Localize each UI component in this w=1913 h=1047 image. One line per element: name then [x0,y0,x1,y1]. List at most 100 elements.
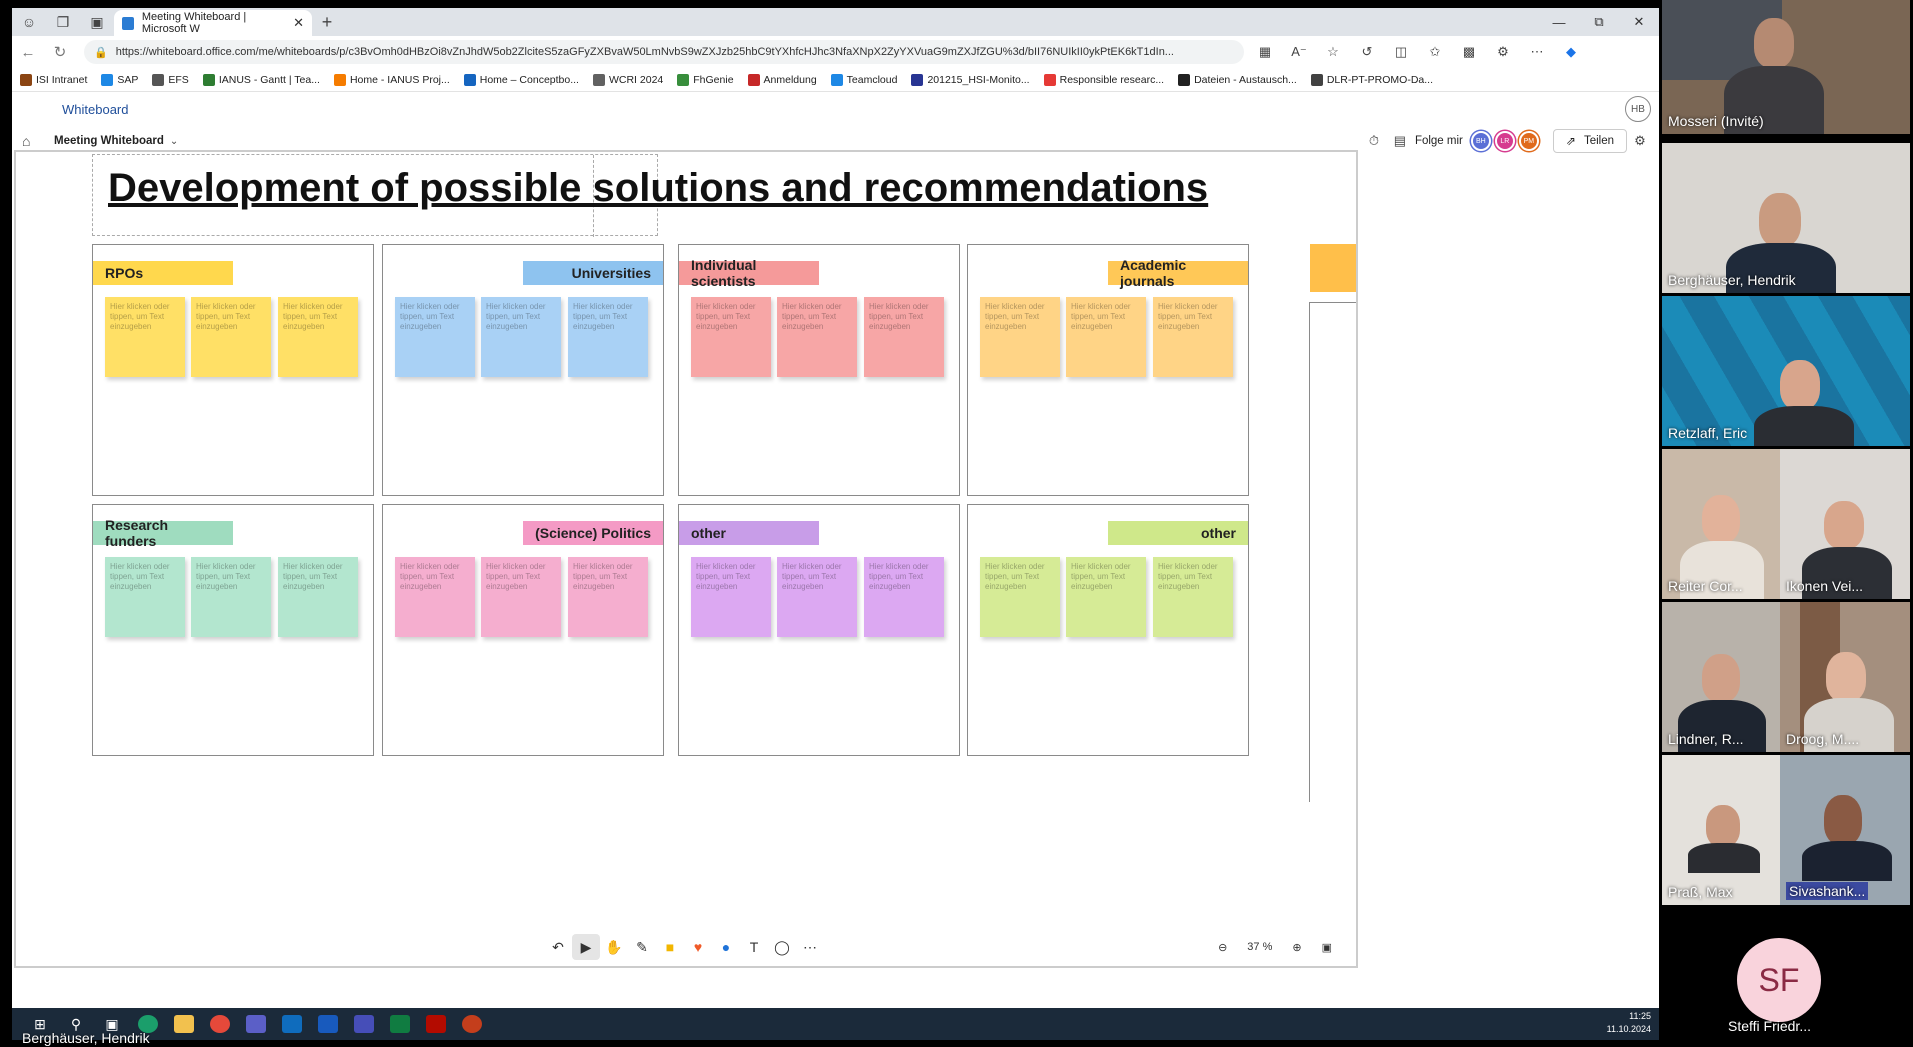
back-icon[interactable]: ← [12,44,44,61]
extensions-icon[interactable]: ⚙ [1486,44,1520,60]
sticky-note[interactable]: Hier klicken oder tippen, um Text einzug… [481,557,561,637]
favorite-link[interactable]: DLR-PT-PROMO-Da... [1310,73,1433,86]
settings-icon[interactable]: ⚙ [1627,133,1653,149]
sticky-note[interactable]: Hier klicken oder tippen, um Text einzug… [777,297,857,377]
panel-label[interactable]: RPOs [93,261,233,285]
panel-label[interactable]: Universities [523,261,663,285]
offscreen-label[interactable] [1310,244,1356,292]
board-panel[interactable]: Individual scientists Hier klicken oder t… [678,244,960,496]
new-tab-icon[interactable]: + [312,12,342,33]
zoom-in-icon[interactable]: ⊕ [1292,941,1301,954]
sticky-note[interactable]: Hier klicken oder tippen, um Text einzug… [864,297,944,377]
close-window-icon[interactable]: ✕ [1619,8,1659,36]
board-panel[interactable]: other Hier klicken oder tippen, um Text e… [678,504,960,756]
sticky-note[interactable]: Hier klicken oder tippen, um Text einzug… [191,557,271,637]
participant-tile[interactable]: Lindner, R... [1662,602,1780,752]
copilot-icon[interactable]: ◆ [1554,44,1588,60]
panel-label[interactable]: (Science) Politics [523,521,663,545]
sticky-note[interactable]: Hier klicken oder tippen, um Text einzug… [278,557,358,637]
shapes-icon[interactable]: ◯ [768,939,796,956]
sticky-note[interactable]: Hier klicken oder tippen, um Text einzug… [278,297,358,377]
board-panel[interactable]: Academic journals Hier klicken oder tippe… [967,244,1249,496]
meeting-name[interactable]: Meeting Whiteboard [54,135,164,147]
sticky-note[interactable]: Hier klicken oder tippen, um Text einzug… [568,297,648,377]
participant-tile[interactable]: Praß, Max [1662,755,1780,905]
sticky-note[interactable]: Hier klicken oder tippen, um Text einzug… [777,557,857,637]
board-panel[interactable]: RPOs Hier klicken oder tippen, um Text ei… [92,244,374,496]
acrobat-taskbar-icon[interactable] [418,1010,454,1038]
favorite-link[interactable]: WCRI 2024 [592,73,663,86]
teams-taskbar-icon[interactable] [238,1010,274,1038]
whiteboard-canvas[interactable]: Development of possible solutions and re… [14,150,1358,968]
sticky-note[interactable]: Hier klicken oder tippen, um Text einzug… [395,557,475,637]
sticky-note[interactable]: Hier klicken oder tippen, um Text einzug… [191,297,271,377]
restore-icon[interactable]: ⧉ [1579,8,1619,36]
favorite-link[interactable]: Anmeldung [747,73,817,86]
favorites-icon[interactable]: ✩ [1418,44,1452,60]
board-panel[interactable]: (Science) Politics Hier klicken oder tipp… [382,504,664,756]
app-name[interactable]: Whiteboard [62,102,128,117]
board-panel[interactable]: Universities Hier klicken oder tippen, um… [382,244,664,496]
select-pointer-icon[interactable]: ▶ [572,934,600,960]
favorite-link[interactable]: 201215_HSI-Monito... [911,73,1030,86]
sticky-note[interactable]: Hier klicken oder tippen, um Text einzug… [481,297,561,377]
favorite-link[interactable]: IANUS - Gantt | Tea... [202,73,320,86]
share-button[interactable]: ⇗ Teilen [1552,129,1627,153]
presence-avatar[interactable]: BH [1470,131,1491,151]
system-clock[interactable]: 11:25 11.10.2024 [1607,1010,1651,1036]
board-panel[interactable]: Research funders Hier klicken oder tippen… [92,504,374,756]
word-taskbar-icon[interactable] [310,1010,346,1038]
sticky-note[interactable]: Hier klicken oder tippen, um Text einzug… [980,297,1060,377]
participant-tile[interactable]: Reiter Cor... [1662,449,1780,599]
home-icon[interactable]: ⌂ [22,133,42,149]
favorite-link[interactable]: ISI Intranet [20,73,87,86]
favorite-link[interactable]: Responsible researc... [1043,73,1164,86]
fit-to-screen-icon[interactable]: ▣ [1322,941,1332,954]
chevron-down-icon[interactable]: ⌄ [170,136,178,147]
sticky-note[interactable]: Hier klicken oder tippen, um Text einzug… [1153,557,1233,637]
sticky-note[interactable]: Hier klicken oder tippen, um Text einzug… [691,297,771,377]
sticky-note[interactable]: Hier klicken oder tippen, um Text einzug… [691,557,771,637]
url-field[interactable]: 🔒 https://whiteboard.office.com/me/white… [84,40,1244,64]
sticky-note[interactable]: Hier klicken oder tippen, um Text einzug… [105,297,185,377]
participant-tile[interactable]: Ikonen Vei... [1780,449,1910,599]
sticky-note-icon[interactable]: ■ [656,939,684,955]
tab-whiteboard[interactable]: Meeting Whiteboard | Microsoft W ✕ [114,10,312,36]
participant-tile[interactable]: Berghäuser, Hendrik [1662,143,1910,293]
participant-tile[interactable]: Droog, M.... [1780,602,1910,752]
more-icon[interactable]: ⋯ [1520,44,1554,60]
presence-avatar[interactable]: PM [1518,131,1539,151]
board-panel[interactable]: other Hier klicken oder tippen, um Text e… [967,504,1249,756]
zoom-out-icon[interactable]: ⊖ [1218,941,1227,954]
hand-icon[interactable]: ✋ [600,939,628,956]
favorite-link[interactable]: SAP [101,73,138,86]
present-icon[interactable]: ▤ [1387,133,1413,149]
panel-label[interactable]: other [1108,521,1248,545]
refresh-icon[interactable]: ↻ [44,43,76,61]
sticky-note[interactable]: Hier klicken oder tippen, um Text einzug… [105,557,185,637]
participant-tile[interactable]: Mosseri (Invité) [1662,0,1910,134]
follow-me-button[interactable]: Folge mir [1415,135,1463,147]
sticky-note[interactable]: Hier klicken oder tippen, um Text einzug… [1066,557,1146,637]
reaction-icon[interactable]: ♥ [684,939,712,955]
powerpoint-taskbar-icon[interactable] [454,1010,490,1038]
favorite-link[interactable]: Home – Conceptbo... [463,73,579,86]
undo-icon[interactable]: ↶ [544,939,572,956]
profile-icon[interactable]: ☺ [12,8,46,36]
favorite-link[interactable]: EFS [152,73,189,86]
excel-taskbar-icon[interactable] [382,1010,418,1038]
sticky-note[interactable]: Hier klicken oder tippen, um Text einzug… [1153,297,1233,377]
minimize-icon[interactable]: — [1539,8,1579,36]
pen-icon[interactable]: ✎ [628,939,656,956]
sticky-note[interactable]: Hier klicken oder tippen, um Text einzug… [980,557,1060,637]
participant-avatar-initials[interactable]: SF [1737,938,1821,1022]
collections-toolbar-icon[interactable]: ▩ [1452,44,1486,60]
panel-label[interactable]: Academic journals [1108,257,1248,289]
favorite-link[interactable]: Home - IANUS Proj... [333,73,450,86]
sticky-note[interactable]: Hier klicken oder tippen, um Text einzug… [395,297,475,377]
sticky-note[interactable]: Hier klicken oder tippen, um Text einzug… [568,557,648,637]
board-title[interactable]: Development of possible solutions and re… [108,166,1208,211]
favorite-star-icon[interactable]: ☆ [1316,44,1350,60]
app-available-icon[interactable]: ▦ [1248,44,1282,60]
close-tab-icon[interactable]: ✕ [293,15,304,31]
